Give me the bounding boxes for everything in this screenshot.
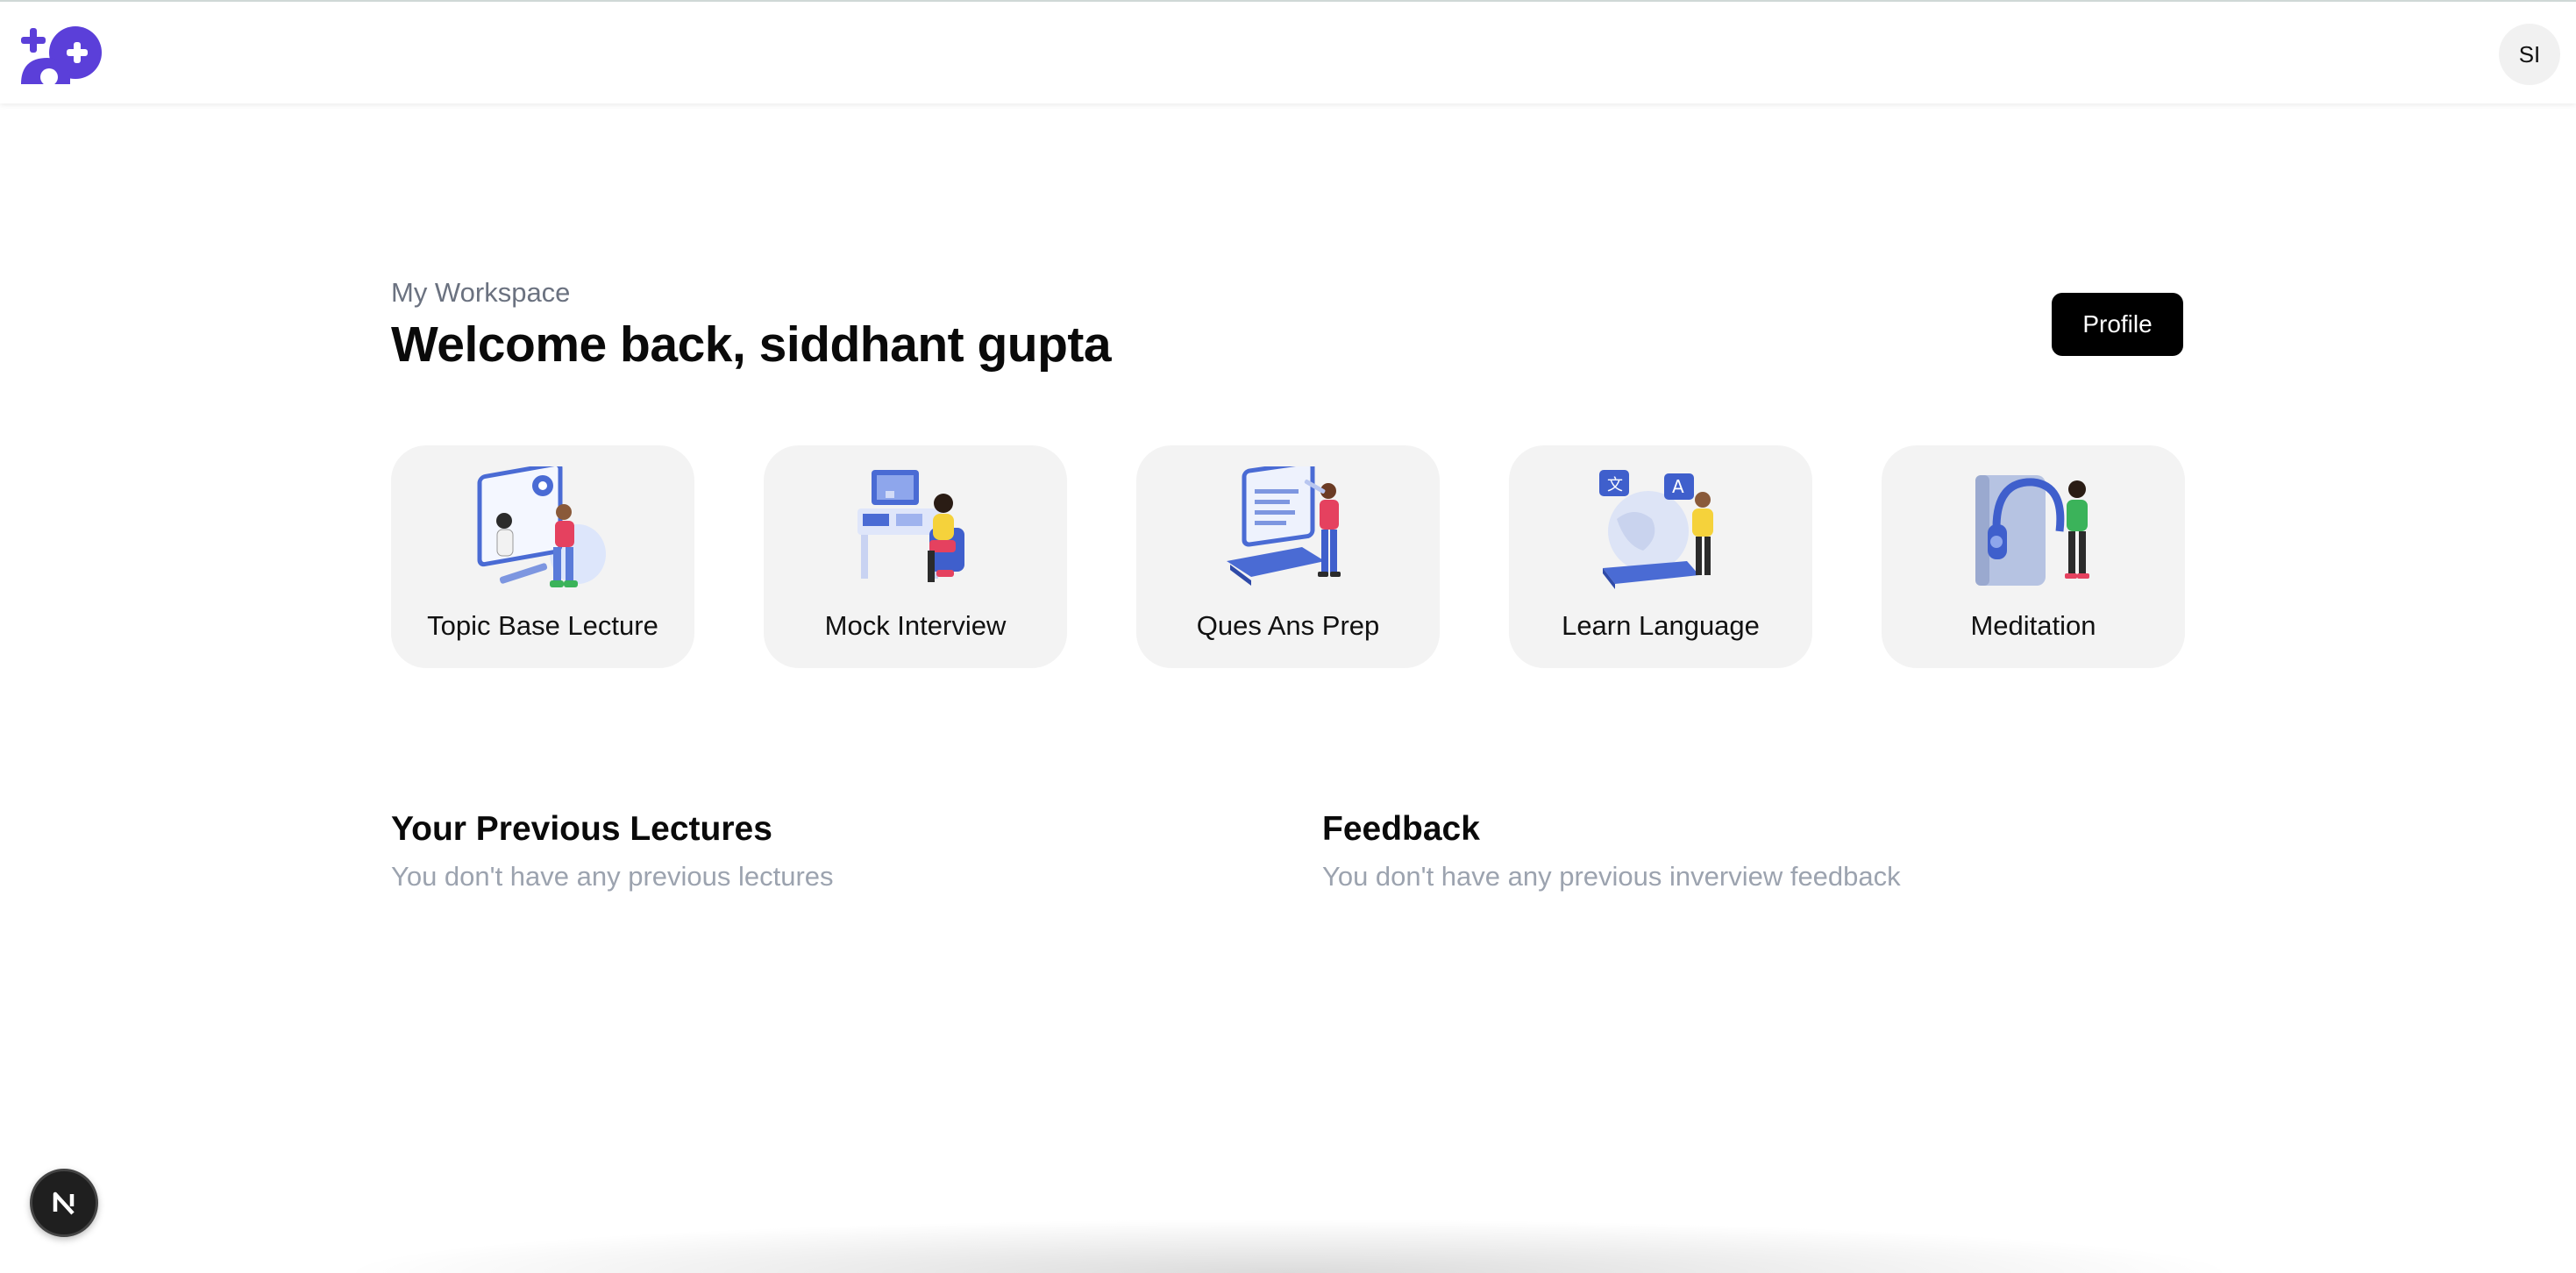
top-header: SI bbox=[0, 0, 2576, 103]
profile-button[interactable]: Profile bbox=[2052, 293, 2183, 356]
svg-text:文: 文 bbox=[1607, 476, 1623, 494]
profile-button-label: Profile bbox=[2082, 310, 2153, 338]
card-mock-interview[interactable]: Mock Interview bbox=[764, 445, 1067, 668]
card-meditation[interactable]: Meditation bbox=[1882, 445, 2185, 668]
feedback-title: Feedback bbox=[1322, 810, 1480, 848]
gamepad-plus-logo-icon[interactable] bbox=[18, 23, 109, 86]
card-learn-language[interactable]: 文 A Learn Language bbox=[1509, 445, 1812, 668]
meditation-illustration-icon bbox=[1963, 466, 2103, 598]
lecture-illustration-icon bbox=[473, 461, 613, 598]
page-title: Welcome back, siddhant gupta bbox=[391, 316, 1112, 373]
bottom-shadow bbox=[333, 1219, 2245, 1273]
qa-prep-illustration-icon bbox=[1218, 460, 1358, 598]
user-avatar[interactable]: SI bbox=[2499, 24, 2560, 85]
interview-illustration-icon bbox=[845, 466, 986, 598]
card-label: Ques Ans Prep bbox=[1196, 610, 1380, 641]
language-illustration-icon: 文 A bbox=[1590, 466, 1731, 598]
workspace-label: My Workspace bbox=[391, 277, 571, 308]
card-label: Mock Interview bbox=[824, 610, 1007, 641]
avatar-initials: SI bbox=[2518, 40, 2541, 68]
previous-lectures-title: Your Previous Lectures bbox=[391, 810, 772, 848]
previous-lectures-empty: You don't have any previous lectures bbox=[391, 861, 834, 892]
card-label: Learn Language bbox=[1562, 610, 1760, 641]
nextjs-devtools-icon bbox=[53, 1191, 75, 1215]
card-label: Topic Base Lecture bbox=[427, 610, 658, 641]
card-topic-base-lecture[interactable]: Topic Base Lecture bbox=[391, 445, 694, 668]
feedback-empty: You don't have any previous inverview fe… bbox=[1322, 861, 1901, 892]
card-label: Meditation bbox=[1970, 610, 2096, 641]
card-ques-ans-prep[interactable]: Ques Ans Prep bbox=[1136, 445, 1440, 668]
svg-text:A: A bbox=[1672, 476, 1684, 497]
nextjs-devtools-button[interactable] bbox=[30, 1169, 98, 1237]
